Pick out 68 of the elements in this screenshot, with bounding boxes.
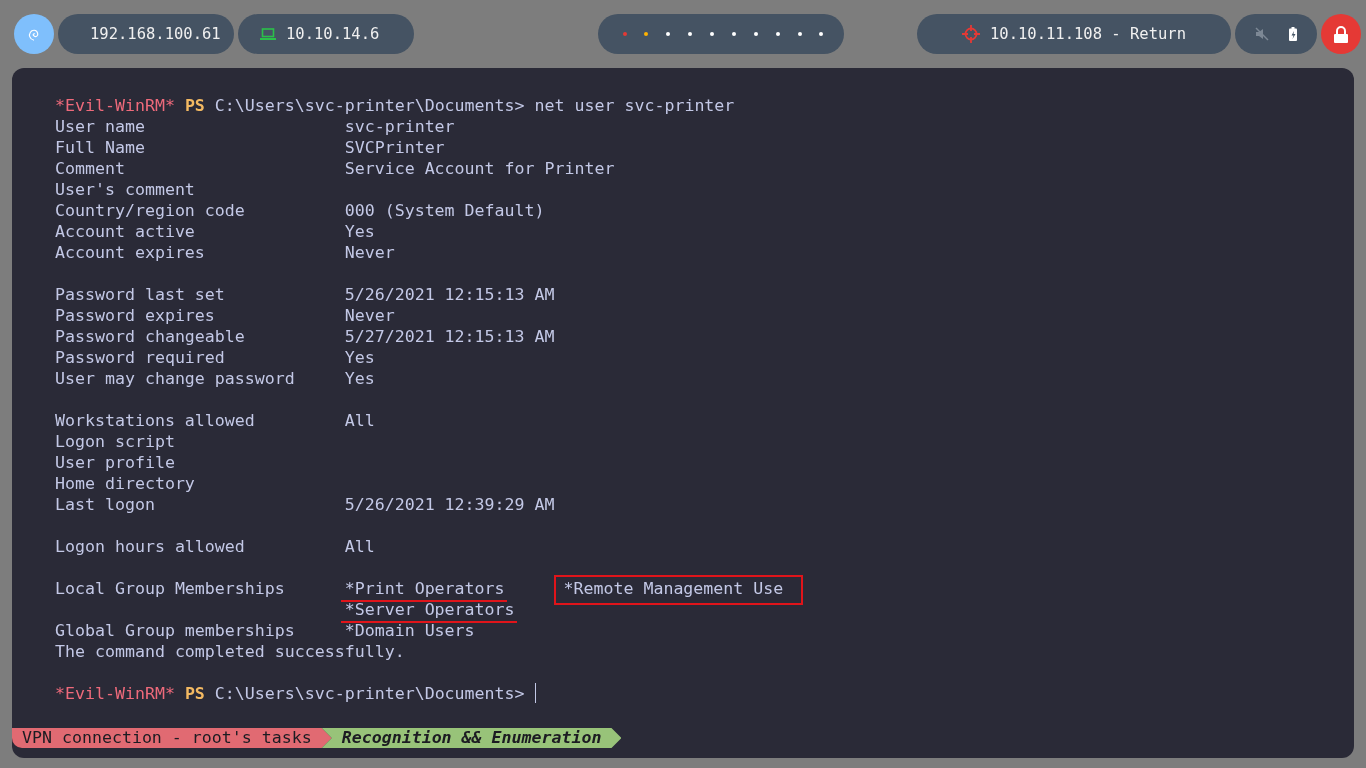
field-value: All (344, 536, 375, 557)
field-label: Local Group Memberships (55, 579, 285, 598)
field-value: Yes (344, 221, 375, 242)
lock-button[interactable] (1321, 14, 1361, 54)
workspace-dot[interactable] (731, 32, 736, 36)
window-segment: Recognition && Enumeration (321, 728, 622, 748)
field-label: User name (55, 117, 145, 136)
laptop-icon (260, 28, 276, 40)
prompt-path: C:\Users\svc-printer\Documents> (214, 683, 525, 704)
field-label: Password expires (55, 306, 215, 325)
workspace-dot[interactable] (644, 32, 649, 36)
field-label: Logon hours allowed (55, 537, 245, 556)
field-value: *Print Operators (340, 579, 507, 602)
field-label: Home directory (55, 474, 195, 493)
field-label: Last logon (55, 495, 155, 514)
workspace-dot[interactable] (666, 32, 671, 36)
text-cursor (534, 683, 537, 703)
menu-logo-button[interactable] (14, 14, 54, 54)
output-text: The command completed successfully. (55, 641, 405, 662)
field-label: Country/region code (55, 201, 245, 220)
field-label: User profile (55, 453, 175, 472)
field-label: Global Group memberships (55, 621, 295, 640)
target-address: 10.10.11.108 - Return (990, 25, 1186, 43)
field-value: Never (344, 305, 395, 326)
workspace-dot[interactable] (688, 32, 693, 36)
field-value: *Server Operators (340, 600, 517, 623)
workspace-dot[interactable] (819, 32, 824, 36)
field-value: 5/27/2021 12:15:13 AM (344, 326, 555, 347)
field-value: All (344, 410, 375, 431)
field-label: Account active (55, 222, 195, 241)
workspace-dot[interactable] (797, 32, 802, 36)
field-value: svc-printer (344, 116, 455, 137)
field-label: User may change password (55, 369, 295, 388)
field-label: Logon script (55, 432, 175, 451)
field-label: Account expires (55, 243, 205, 262)
ip-address: 192.168.100.61 (90, 25, 221, 43)
field-label: Full Name (55, 138, 145, 157)
lock-icon (1333, 25, 1349, 43)
field-value: Yes (344, 368, 375, 389)
command-text: net user svc-printer (534, 95, 735, 116)
workspace-dot[interactable] (753, 32, 758, 36)
field-label: Comment (55, 159, 125, 178)
workspace-dot[interactable] (622, 32, 627, 36)
prompt-path: C:\Users\svc-printer\Documents> (214, 95, 525, 116)
field-value: Service Account for Printer (344, 158, 615, 179)
field-value: *Domain Users (344, 620, 475, 641)
field-value: *Remote Management Use (554, 575, 804, 605)
field-value: Yes (344, 347, 375, 368)
prompt-shell: PS (184, 95, 205, 116)
field-label: Password changeable (55, 327, 245, 346)
workspace-dot[interactable] (710, 32, 714, 36)
ip-address: 10.10.14.6 (286, 25, 380, 43)
prompt-tag: *Evil-WinRM* (55, 683, 175, 704)
field-label: Password last set (55, 285, 225, 304)
field-value: 000 (System Default) (344, 200, 545, 221)
crosshair-icon (962, 25, 980, 43)
battery-icon[interactable] (1289, 27, 1297, 41)
field-value: SVCPrinter (344, 137, 445, 158)
field-label: User's comment (55, 180, 195, 199)
prompt-tag: *Evil-WinRM* (55, 95, 175, 116)
field-label: Workstations allowed (55, 411, 255, 430)
field-value: Never (344, 242, 395, 263)
field-label: Password required (55, 348, 225, 367)
session-segment: VPN connection - root's tasks (12, 728, 332, 748)
workspace-dot[interactable] (775, 32, 780, 36)
prompt-shell: PS (184, 683, 205, 704)
field-value: 5/26/2021 12:39:29 AM (344, 494, 555, 515)
field-value: 5/26/2021 12:15:13 AM (344, 284, 555, 305)
